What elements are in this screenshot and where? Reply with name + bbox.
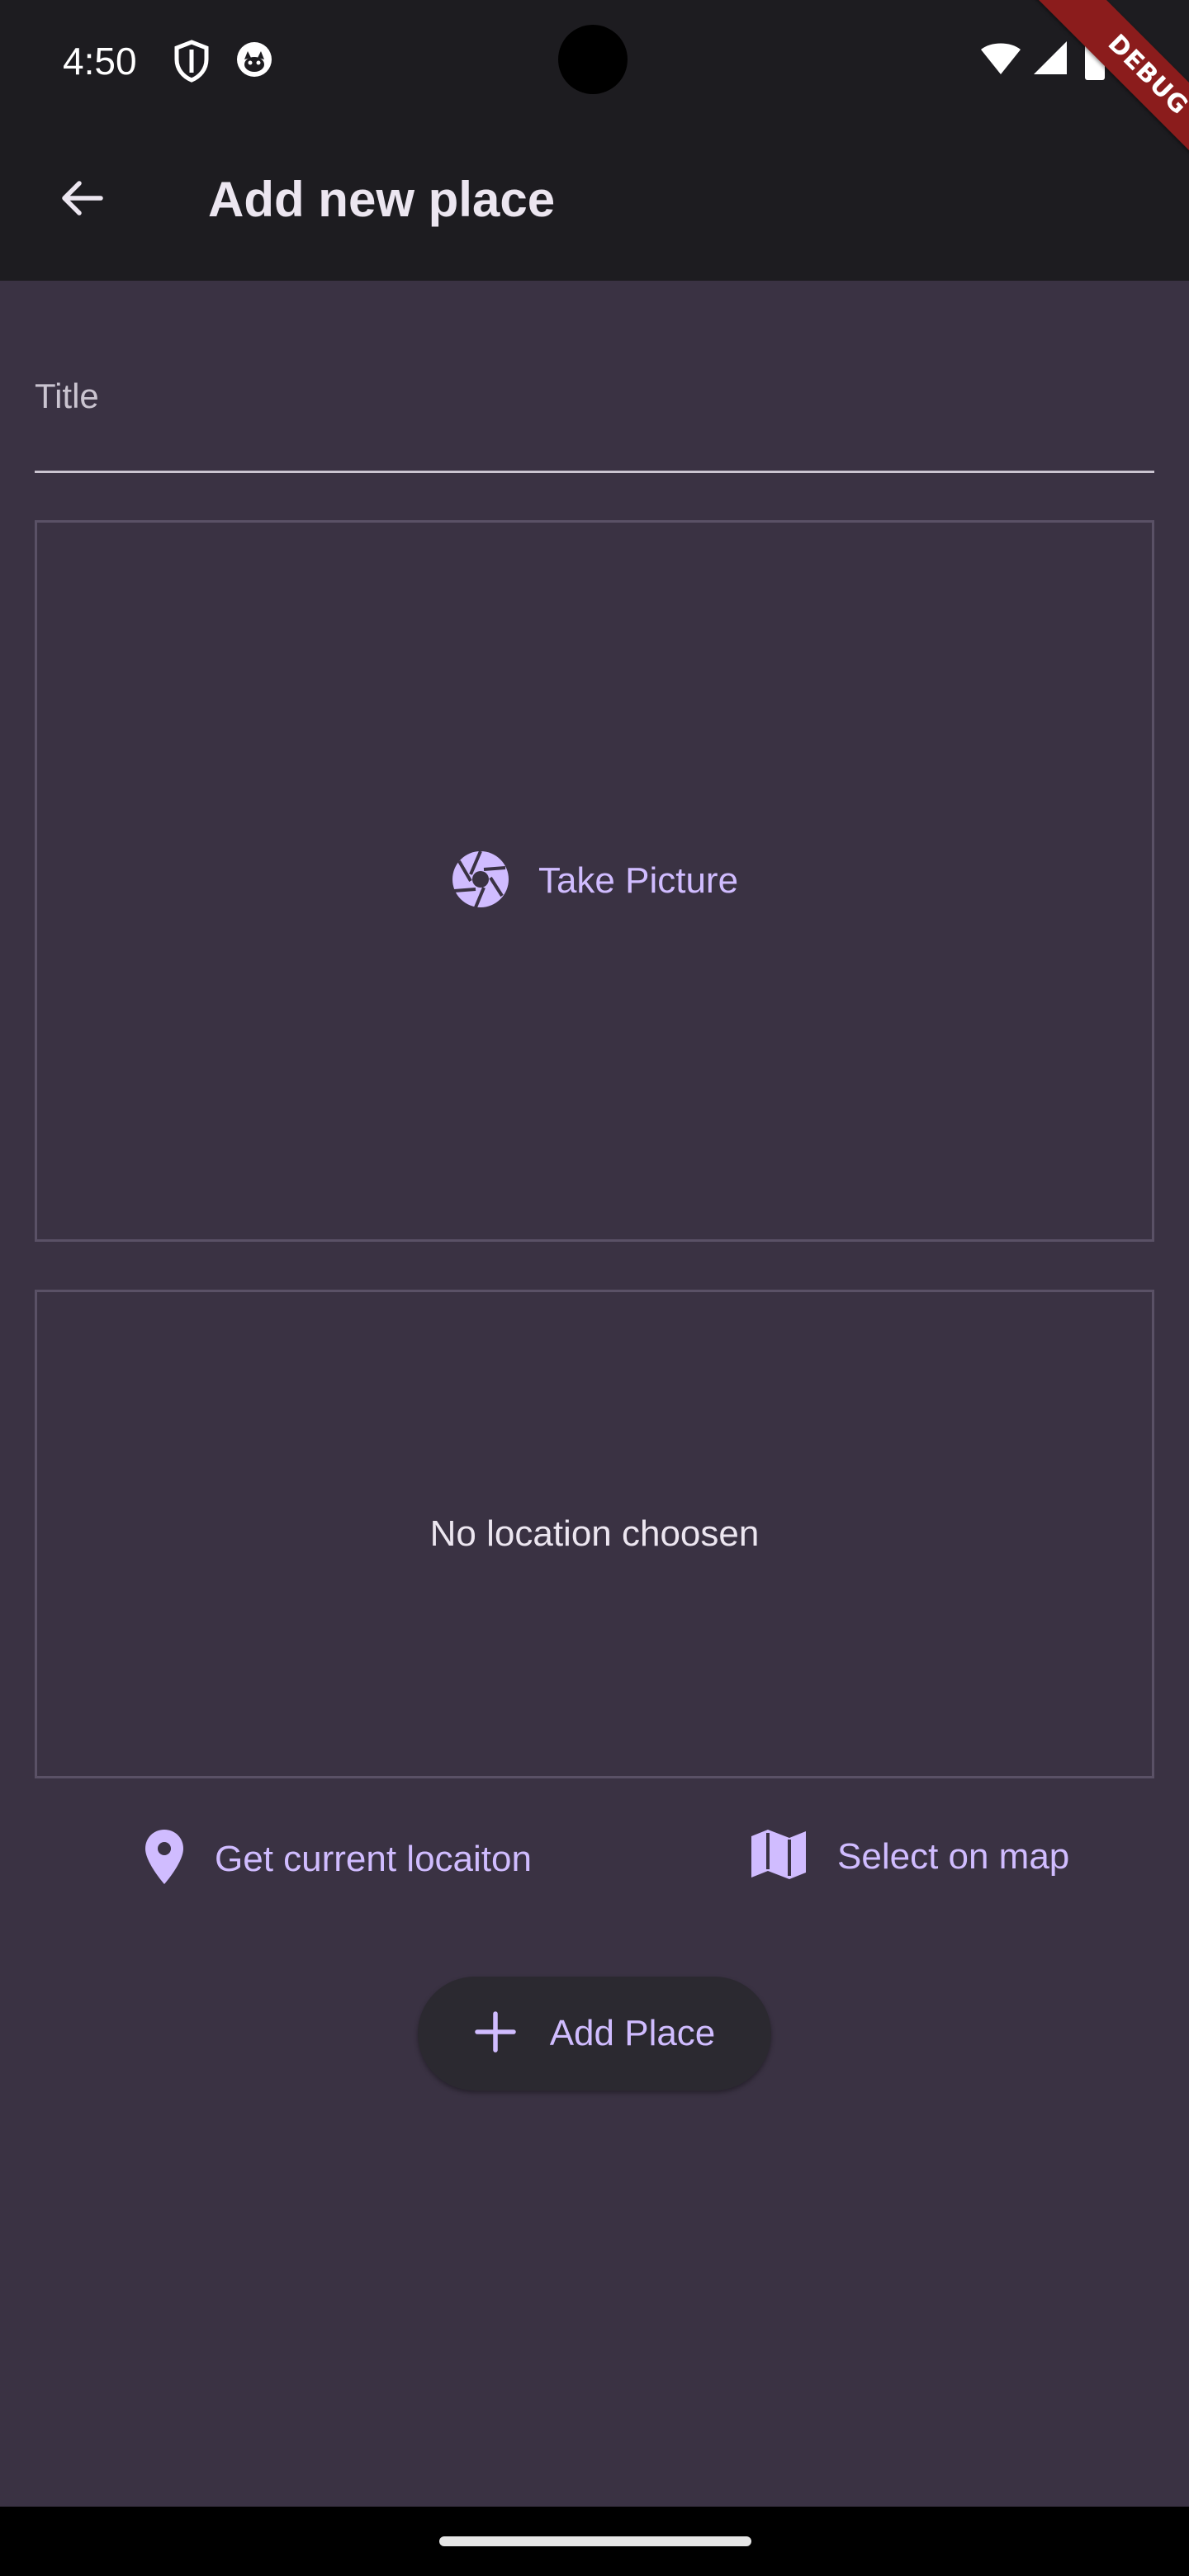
camera-cutout (558, 25, 628, 94)
no-location-text: No location choosen (429, 1513, 760, 1554)
home-gesture-handle[interactable] (439, 2536, 751, 2546)
title-field[interactable]: Title (35, 347, 1154, 476)
navigation-bar (0, 2507, 1189, 2576)
location-pin-icon (144, 1828, 185, 1890)
add-place-screen: 4:50 Add new place DEBUG Title Take Pict… (0, 0, 1189, 2576)
add-place-label: Add Place (549, 2013, 716, 2053)
status-time: 4:50 (63, 40, 137, 83)
back-button[interactable] (40, 159, 122, 241)
page-title: Add new place (208, 172, 556, 227)
plus-icon (474, 2010, 517, 2057)
app-bar: Add new place (0, 117, 1189, 281)
get-current-location-button[interactable]: Get current locaiton (127, 1818, 548, 1900)
take-picture-label: Take Picture (538, 860, 739, 901)
status-bar: 4:50 (0, 0, 1189, 117)
image-preview-box: Take Picture (35, 520, 1154, 1242)
wifi-icon (979, 40, 1022, 80)
location-preview-box: No location choosen (35, 1290, 1154, 1778)
title-field-underline (35, 471, 1154, 473)
get-current-location-label: Get current locaiton (215, 1838, 532, 1879)
arrow-back-icon (56, 173, 106, 227)
select-on-map-button[interactable]: Select on map (733, 1818, 1086, 1895)
title-field-label: Title (35, 376, 99, 415)
map-icon (750, 1828, 808, 1885)
cat-face-icon (234, 40, 274, 83)
select-on-map-label: Select on map (837, 1835, 1070, 1877)
signal-icon (1032, 40, 1068, 80)
add-place-button[interactable]: Add Place (418, 1977, 771, 2091)
take-picture-button[interactable]: Take Picture (434, 840, 755, 923)
shield-icon (173, 40, 210, 87)
camera-shutter-icon (451, 850, 510, 913)
